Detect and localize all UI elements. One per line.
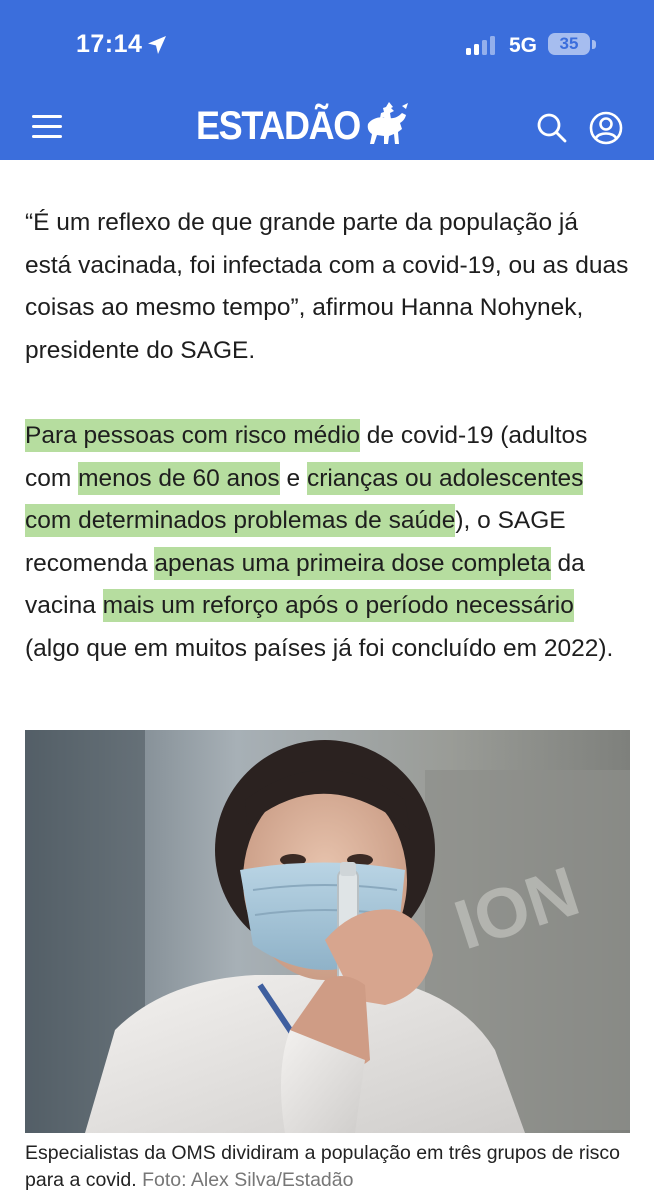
- status-bar: 17:14 5G 35: [0, 0, 654, 90]
- menu-icon: [32, 115, 62, 118]
- photo-caption: Especialistas da OMS dividiram a populaç…: [25, 1140, 630, 1194]
- status-time: 17:14: [76, 30, 143, 58]
- network-type: 5G: [509, 34, 538, 57]
- health-worker-vaccine-photo: ION: [25, 730, 630, 1133]
- location-arrow-icon: [148, 36, 166, 54]
- battery-level: 35: [559, 34, 579, 53]
- signal-icon: [466, 36, 495, 55]
- highlighted-text: menos de 60 anos: [78, 461, 280, 495]
- app-header: 17:14 5G 35 ESTADÃO: [0, 0, 654, 160]
- battery-cap: [592, 40, 596, 49]
- estadao-logo[interactable]: ESTADÃO: [196, 104, 361, 149]
- battery-icon: 35: [548, 33, 590, 55]
- article-paragraph-highlighted: Para pessoas com risco médio de covid-19…: [25, 415, 630, 670]
- article-paragraph: “É um reflexo de que grande parte da pop…: [25, 209, 629, 364]
- search-icon[interactable]: [536, 112, 568, 144]
- photo-credit: Foto: Alex Silva/Estadão: [142, 1169, 354, 1191]
- menu-button[interactable]: [28, 112, 66, 142]
- paragraph-text: (algo que em muitos países já foi conclu…: [25, 634, 614, 662]
- paragraph-text: e: [279, 464, 307, 492]
- highlighted-text: mais um reforço após o período necessári…: [102, 589, 574, 622]
- article-photo[interactable]: ION: [25, 730, 630, 1133]
- account-icon[interactable]: [589, 111, 623, 145]
- horse-rider-logo-icon: [367, 102, 408, 144]
- highlighted-text: apenas uma primeira dose completa: [154, 546, 551, 580]
- highlighted-text: Para pessoas com risco médio: [25, 419, 360, 452]
